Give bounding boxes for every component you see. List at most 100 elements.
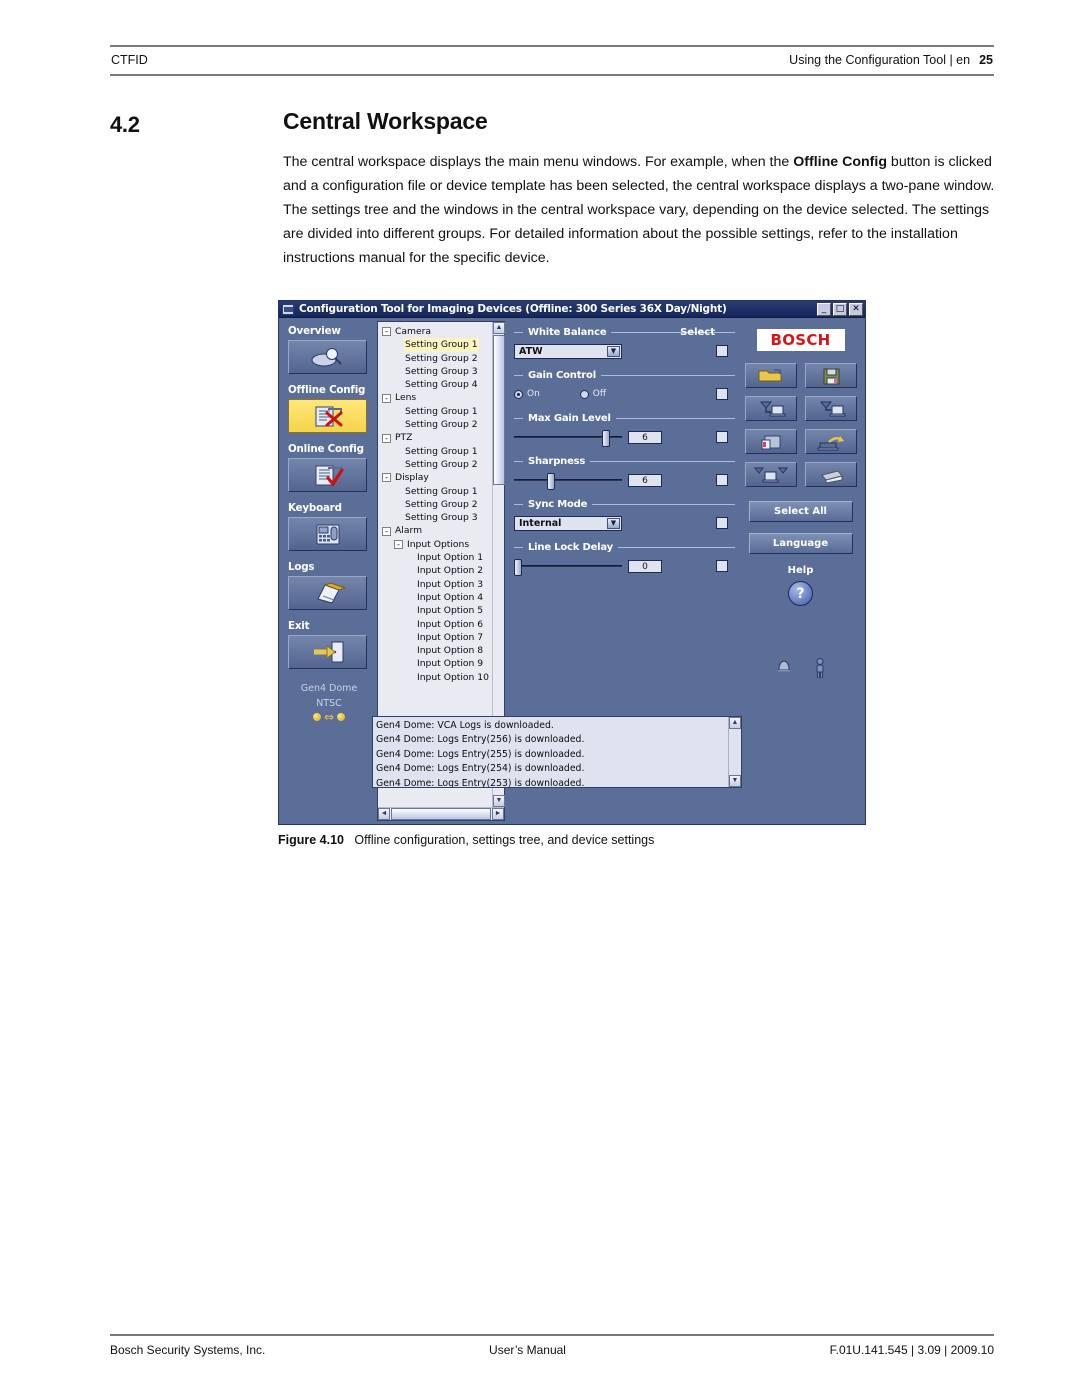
device-update-button[interactable] — [804, 429, 857, 454]
tree-node[interactable]: Setting Group 2 — [380, 498, 504, 511]
exit-door-arrow-icon — [313, 641, 343, 663]
slider-value-field[interactable]: 0 — [628, 559, 662, 573]
tree-scroll-left-icon[interactable]: ◄ — [378, 808, 390, 820]
radio-off[interactable]: Off — [579, 389, 606, 399]
tree-node[interactable]: Input Option 1 — [380, 551, 504, 564]
tree-node[interactable]: - Display — [380, 471, 504, 484]
tree-node[interactable]: Setting Group 1 — [380, 338, 504, 352]
slider-track-max-gain-level[interactable] — [514, 429, 622, 447]
minimize-icon[interactable]: _ — [817, 302, 831, 316]
log-scroll-up-icon[interactable]: ▲ — [729, 717, 741, 729]
tree-node[interactable]: Setting Group 1 — [380, 405, 504, 418]
sidebar-item-keyboard[interactable] — [288, 517, 367, 551]
copy-file-button[interactable] — [744, 429, 797, 454]
log-scroll-down-icon[interactable]: ▼ — [729, 775, 741, 787]
tree-hscroll-thumb[interactable] — [391, 808, 491, 820]
slider-thumb[interactable] — [514, 558, 522, 576]
tree-scroll-down-icon[interactable]: ▼ — [493, 795, 505, 807]
sidebar-item-offline-config[interactable] — [288, 399, 367, 433]
tree-node[interactable]: Input Option 6 — [380, 618, 504, 631]
select-checkbox[interactable] — [716, 431, 728, 443]
tree-node[interactable]: Input Option 3 — [380, 578, 504, 591]
tree-node-label: Input Option 6 — [417, 618, 484, 630]
tree-node-label: Setting Group 2 — [405, 352, 478, 364]
close-icon[interactable]: ✕ — [849, 302, 863, 316]
slider-thumb[interactable] — [602, 429, 610, 447]
tree-expander-icon[interactable]: - — [382, 473, 391, 483]
slider-value-field[interactable]: 6 — [628, 473, 662, 487]
sidebar-item-exit[interactable] — [288, 635, 367, 669]
slider-value-field[interactable]: 6 — [628, 430, 662, 444]
tree-expander-icon[interactable]: - — [382, 393, 391, 403]
tree-scroll-up-icon[interactable]: ▲ — [493, 322, 505, 334]
tree-node[interactable]: Setting Group 3 — [380, 511, 504, 524]
tree-node[interactable]: - Camera — [380, 325, 504, 338]
tree-node-label: Setting Group 3 — [405, 365, 478, 377]
slider-track-sharpness[interactable] — [514, 472, 622, 490]
tree-node-label: Setting Group 1 — [404, 338, 479, 352]
tree-node[interactable]: - Alarm — [380, 524, 504, 537]
settings-control-row: 6 — [514, 470, 735, 490]
slider-track-line-lock-delay[interactable] — [514, 558, 622, 576]
tree-node[interactable]: Input Option 10 — [380, 671, 504, 684]
log-output-pane[interactable]: Gen4 Dome: VCA Logs is downloaded. Gen4 D… — [372, 716, 742, 788]
tree-vscroll-thumb[interactable] — [493, 335, 505, 485]
sidebar-item-online-config[interactable] — [288, 458, 367, 492]
bell-alarm-icon[interactable] — [776, 658, 792, 674]
tree-node[interactable]: Setting Group 2 — [380, 418, 504, 431]
tree-expander-icon[interactable]: - — [382, 526, 391, 536]
help-question-icon[interactable]: ? — [788, 581, 813, 606]
select-all-button[interactable]: Select All — [748, 501, 853, 522]
tree-node[interactable]: Setting Group 2 — [380, 458, 504, 471]
control-area: 6 — [514, 429, 709, 447]
tree-expander-icon[interactable]: - — [382, 327, 391, 337]
log-line: Gen4 Dome: Logs Entry(255) is downloaded… — [376, 748, 585, 760]
settings-group-title: Max Gain Level — [528, 413, 611, 424]
tree-node[interactable]: - Input Options — [380, 538, 504, 551]
tree-node[interactable]: Setting Group 1 — [380, 445, 504, 458]
tree-node[interactable]: Setting Group 3 — [380, 365, 504, 378]
open-folder-button[interactable] — [744, 363, 797, 388]
tree-node[interactable]: Input Option 7 — [380, 631, 504, 644]
select-checkbox[interactable] — [716, 517, 728, 529]
log-vertical-scrollbar[interactable]: ▲ ▼ — [728, 717, 741, 787]
chevron-down-icon[interactable]: ▼ — [607, 517, 620, 529]
tree-node[interactable]: Setting Group 2 — [380, 352, 504, 365]
save-button[interactable] — [804, 363, 857, 388]
tree-expander-icon[interactable]: - — [382, 433, 391, 443]
dropdown-sync-mode[interactable]: Internal ▼ — [514, 515, 622, 531]
maximize-icon[interactable]: □ — [833, 302, 847, 316]
tree-node[interactable]: Setting Group 4 — [380, 378, 504, 391]
select-checkbox[interactable] — [716, 345, 728, 357]
tree-node[interactable]: Input Option 2 — [380, 564, 504, 577]
sidebar-item-overview[interactable] — [288, 340, 367, 374]
group-rule-left — [514, 461, 523, 462]
radio-on[interactable]: On — [514, 389, 540, 399]
tree-node[interactable]: Input Option 8 — [380, 644, 504, 657]
sidebar-label-online-config: Online Config — [288, 443, 364, 455]
dropdown-white-balance[interactable]: ATW ▼ — [514, 343, 622, 359]
select-checkbox[interactable] — [716, 474, 728, 486]
person-icon[interactable] — [814, 658, 826, 678]
upload-from-pc-button[interactable] — [804, 396, 857, 421]
slider-thumb[interactable] — [547, 472, 555, 490]
status-device-name: Gen4 Dome — [300, 683, 358, 694]
multi-device-button[interactable] — [744, 462, 797, 487]
tree-node[interactable]: Input Option 9 — [380, 657, 504, 670]
sidebar-item-logs[interactable] — [288, 576, 367, 610]
page-footer: Bosch Security Systems, Inc. User’s Manu… — [110, 1334, 994, 1357]
select-checkbox[interactable] — [716, 560, 728, 572]
tree-scroll-right-icon[interactable]: ► — [492, 808, 504, 820]
tree-horizontal-scrollbar[interactable]: ◄ ► — [378, 807, 504, 820]
print-button[interactable] — [804, 462, 857, 487]
tree-node[interactable]: Input Option 5 — [380, 604, 504, 617]
tree-node[interactable]: Setting Group 1 — [380, 485, 504, 498]
tree-node[interactable]: - PTZ — [380, 431, 504, 444]
chevron-down-icon[interactable]: ▼ — [607, 345, 620, 357]
tree-node[interactable]: Input Option 4 — [380, 591, 504, 604]
language-button[interactable]: Language — [748, 533, 853, 554]
tree-node[interactable]: - Lens — [380, 391, 504, 404]
download-to-pc-button[interactable] — [744, 396, 797, 421]
select-checkbox[interactable] — [716, 388, 728, 400]
tree-expander-icon[interactable]: - — [394, 539, 403, 549]
